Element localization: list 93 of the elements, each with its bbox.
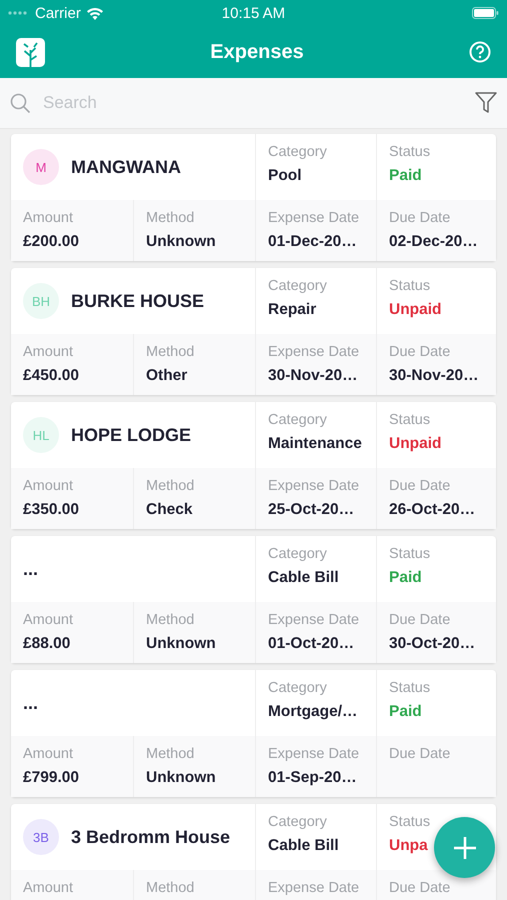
field-value: 01-Oct-20… [268, 635, 354, 653]
category-label: Category [268, 412, 327, 428]
field-label: Method [146, 746, 194, 762]
field-value: Unknown [146, 635, 216, 653]
field-label: Amount [23, 344, 73, 360]
expense-card[interactable]: ... Category Cable Bill Status Paid Amount £88.00 Method Unknown Expense Date 01-Oct-20… Due Date 30-Oct-20… [11, 536, 496, 663]
category-value: Repair [268, 301, 316, 319]
initials-avatar: HL [23, 417, 59, 453]
field-label: Expense Date [268, 746, 360, 762]
battery-icon [472, 7, 499, 19]
field-label: Due Date [389, 746, 450, 762]
field-value: 25-Oct-20… [268, 501, 354, 519]
help-icon[interactable] [468, 41, 491, 63]
field-label: Due Date [389, 478, 450, 494]
field-label: Expense Date [268, 880, 360, 896]
category-value: Pool [268, 167, 302, 185]
category-value: Cable Bill [268, 837, 339, 855]
field-label: Amount [23, 478, 73, 494]
status-label: Status [389, 680, 430, 696]
category-label: Category [268, 546, 327, 562]
field-label: Method [146, 210, 194, 226]
status-label: Status [389, 546, 430, 562]
status-value: Unpa [389, 837, 428, 855]
field-value: Check [146, 501, 193, 519]
field-value: Unknown [146, 233, 216, 251]
field-value: £350.00 [23, 501, 80, 519]
field-label: Method [146, 478, 194, 494]
category-label: Category [268, 814, 327, 830]
field-label: Expense Date [268, 478, 360, 494]
status-value: Unpaid [389, 301, 442, 319]
field-value: 01-Sep-20… [268, 769, 357, 787]
status-label: Status [389, 814, 430, 830]
status-label: Status [389, 412, 430, 428]
category-label: Category [268, 680, 327, 696]
field-value: 02-Dec-20… [389, 233, 478, 251]
initials-avatar: M [23, 149, 59, 185]
field-label: Method [146, 612, 194, 628]
field-value: 26-Oct-20… [389, 501, 476, 519]
field-label: Amount [23, 210, 73, 226]
property-name: 3 Bedromm House [71, 826, 230, 848]
field-label: Due Date [389, 612, 450, 628]
field-label: Due Date [389, 344, 450, 360]
wifi-icon [86, 6, 104, 20]
search-icon [10, 92, 31, 114]
expense-card[interactable]: 3B 3 Bedromm House Category Cable Bill Status Unpa Amount Method Expense Date Due Date [11, 804, 496, 900]
field-label: Expense Date [268, 612, 360, 628]
status-label: Status [389, 144, 430, 160]
status-label: Status [389, 278, 430, 294]
field-value: Other [146, 367, 188, 385]
property-name: BURKE HOUSE [71, 290, 204, 312]
field-label: Expense Date [268, 210, 360, 226]
field-label: Due Date [389, 210, 450, 226]
category-value: Mortgage/… [268, 703, 358, 721]
status-value: Paid [389, 167, 422, 185]
property-name: HOPE LODGE [71, 424, 192, 446]
category-value: Maintenance [268, 435, 362, 453]
field-value: £88.00 [23, 635, 70, 653]
field-label: Method [146, 344, 194, 360]
field-label: Expense Date [268, 344, 360, 360]
field-value: 30-Oct-20… [389, 635, 476, 653]
field-label: Method [146, 880, 194, 896]
screen-title: Expenses [210, 40, 304, 64]
property-name: ... [23, 558, 38, 580]
category-label: Category [268, 278, 327, 294]
plus-icon [452, 836, 476, 860]
property-name: ... [23, 692, 38, 714]
expense-card[interactable]: M MANGWANA Category Pool Status Paid Amount £200.00 Method Unknown Expense Date 01-Dec-20… Due Date 02-Dec-20… [11, 134, 496, 261]
field-label: Amount [23, 746, 73, 762]
expense-card[interactable]: BH BURKE HOUSE Category Repair Status Unpaid Amount £450.00 Method Other Expense Date 30-Nov-20… Due Date 30-Nov-20… [11, 268, 496, 395]
status-value: Paid [389, 703, 422, 721]
field-value: £200.00 [23, 233, 80, 251]
initials-avatar: BH [23, 283, 59, 319]
carrier-name: Carrier [35, 4, 81, 22]
field-value: 30-Nov-20… [268, 367, 358, 385]
field-value: £799.00 [23, 769, 80, 787]
property-name: MANGWANA [71, 156, 181, 178]
field-value: Unknown [146, 769, 216, 787]
field-value: 30-Nov-20… [389, 367, 479, 385]
category-value: Cable Bill [268, 569, 339, 587]
field-label: Due Date [389, 880, 450, 896]
clock-time: 10:15 AM [222, 4, 286, 22]
category-label: Category [268, 144, 327, 160]
tree-logo-icon[interactable] [16, 38, 45, 66]
expense-card[interactable]: HL HOPE LODGE Category Maintenance Status Unpaid Amount £350.00 Method Check Expense Date 25-Oct-20… Due Date 26-Oct-20… [11, 402, 496, 529]
status-value: Paid [389, 569, 422, 587]
field-label: Amount [23, 880, 73, 896]
field-label: Amount [23, 612, 73, 628]
status-value: Unpaid [389, 435, 442, 453]
filter-icon[interactable] [475, 91, 497, 115]
field-value: £450.00 [23, 367, 80, 385]
field-value: 01-Dec-20… [268, 233, 357, 251]
expense-card[interactable]: ... Category Mortgage/… Status Paid Amount £799.00 Method Unknown Expense Date 01-Sep-20… Due Date [11, 670, 496, 797]
initials-avatar: 3B [23, 819, 59, 855]
